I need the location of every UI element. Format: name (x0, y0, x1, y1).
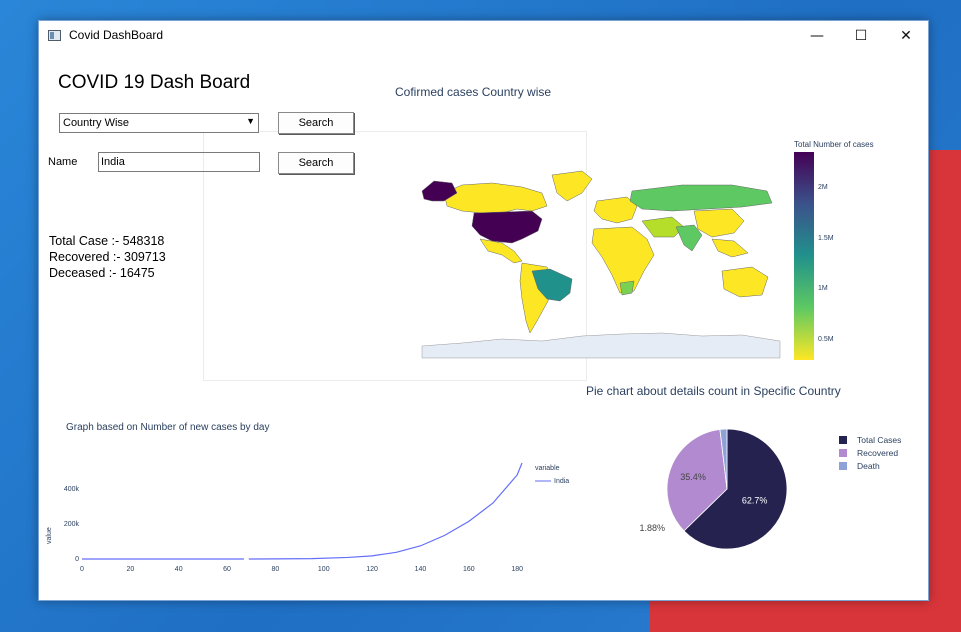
legend-item[interactable]: Recovered (857, 448, 898, 458)
x-tick-label: 60 (223, 566, 231, 573)
x-tick-label: 40 (175, 566, 183, 573)
recovered-text: Recovered :- 309713 (49, 250, 166, 264)
colorbar-tick: 1.5M (818, 235, 834, 242)
app-icon (48, 30, 61, 41)
app-window: Covid DashBoard — ☐ ✕ COVID 19 Dash Boar… (38, 20, 929, 601)
pie-chart-title: Pie chart about details count in Specifi… (586, 384, 841, 398)
map-region-se-asia (711, 238, 749, 258)
stats-panel: Total Case :- 548318 Recovered :- 309713… (49, 233, 166, 281)
colorbar-title: Total Number of cases (794, 140, 874, 149)
map-region-south-africa (619, 280, 635, 296)
country-name-input[interactable]: India (98, 152, 260, 172)
y-axis-label: value (46, 527, 53, 544)
maximize-button[interactable]: ☐ (838, 21, 884, 51)
colorbar-tick: 0.5M (818, 336, 834, 343)
pie-label: 35.4% (680, 472, 706, 482)
colorbar-gradient (794, 152, 814, 360)
world-map[interactable] (421, 170, 782, 361)
x-tick-label: 140 (415, 566, 427, 573)
legend-item-india: India (554, 478, 569, 485)
legend-item[interactable]: Total Cases (857, 435, 901, 445)
mode-select-value: Country Wise (63, 117, 130, 129)
x-tick-label: 80 (272, 566, 280, 573)
search-button[interactable]: Search (278, 112, 354, 134)
page-title: COVID 19 Dash Board (58, 72, 251, 93)
legend-item[interactable]: Death (857, 461, 880, 471)
legend-swatch (839, 449, 847, 457)
x-tick-label: 100 (318, 566, 330, 573)
deceased-text: Deceased :- 16475 (49, 266, 155, 280)
map-region-antarctica (421, 332, 781, 359)
pie-chart[interactable]: 62.7% 35.4% 1.88% Total Cases Recovered Death (639, 419, 929, 559)
search-country-button[interactable]: Search (278, 152, 354, 174)
map-region-canada (443, 182, 548, 214)
y-tick-label: 200k (64, 521, 80, 528)
map-region-greenland (551, 170, 593, 202)
map-region-usa (471, 210, 543, 244)
colorbar-tick: 1M (818, 285, 828, 292)
pie-label: 62.7% (742, 496, 768, 506)
close-icon: ✕ (900, 28, 912, 44)
line-chart[interactable]: value variable India 0 20 40 60 80 100 120 140 1… (39, 451, 579, 601)
window-title: Covid DashBoard (69, 28, 164, 42)
y-tick-label: 0 (75, 556, 79, 563)
y-tick-label: 400k (64, 486, 80, 493)
map-title: Cofirmed cases Country wise (395, 85, 552, 99)
x-tick-label: 180 (511, 566, 523, 573)
colorbar: 2M 1.5M 1M 0.5M (794, 152, 834, 360)
minimize-button[interactable]: — (794, 21, 840, 51)
legend-title: variable (535, 465, 560, 472)
close-button[interactable]: ✕ (883, 21, 929, 51)
series-line-india (248, 462, 523, 560)
minimize-icon: — (810, 28, 824, 44)
x-tick-label: 0 (80, 566, 84, 573)
legend-swatch (839, 462, 847, 470)
x-tick-label: 160 (463, 566, 475, 573)
total-cases-text: Total Case :- 548318 (49, 234, 165, 248)
title-bar[interactable]: Covid DashBoard — ☐ ✕ (39, 21, 928, 51)
x-tick-label: 20 (126, 566, 134, 573)
mode-select[interactable]: Country Wise ▼ (59, 113, 259, 133)
x-tick-label: 120 (366, 566, 378, 573)
chevron-down-icon[interactable]: ▼ (246, 116, 255, 126)
maximize-icon: ☐ (854, 28, 868, 44)
map-region-russia (629, 184, 773, 212)
colorbar-tick: 2M (818, 184, 828, 191)
map-region-china (693, 208, 745, 238)
map-region-mexico (479, 238, 523, 264)
legend-swatch (839, 436, 847, 444)
pie-label: 1.88% (639, 523, 665, 533)
line-chart-title: Graph based on Number of new cases by da… (66, 422, 270, 433)
map-region-australia (721, 266, 769, 298)
name-label: Name (48, 156, 78, 168)
